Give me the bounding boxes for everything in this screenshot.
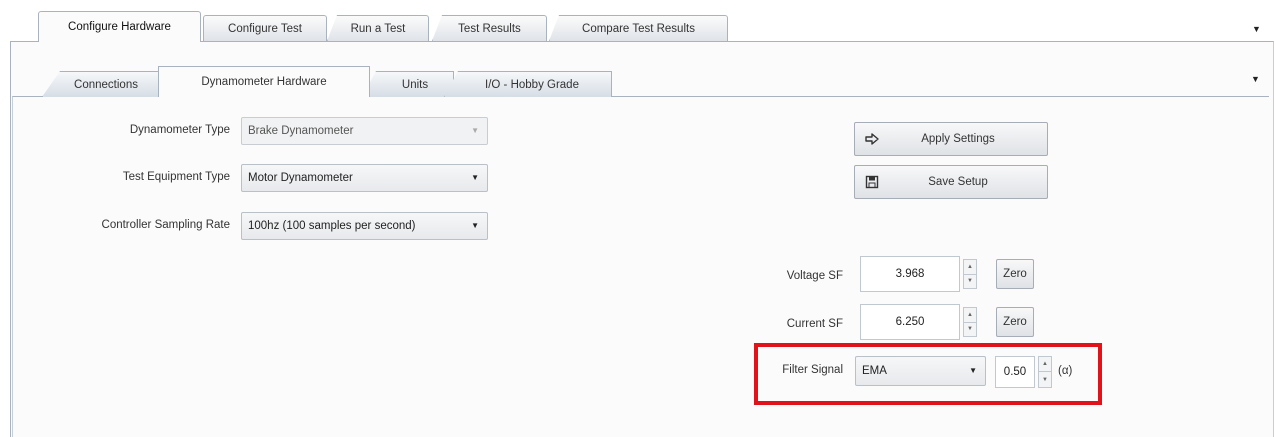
current-sf-value: 6.250: [895, 316, 925, 328]
sampling-rate-select[interactable]: 100hz (100 samples per second) ▼: [241, 212, 488, 240]
tab-compare-test-results[interactable]: Compare Test Results: [549, 15, 728, 41]
current-zero-label: Zero: [1003, 316, 1027, 328]
tab-label: Configure Hardware: [68, 21, 171, 33]
tab-io-hobby-grade[interactable]: I/O - Hobby Grade: [444, 71, 612, 97]
current-sf-stepper[interactable]: ▲ ▼: [963, 307, 977, 337]
voltage-sf-label: Voltage SF: [786, 270, 843, 282]
test-equipment-type-label: Test Equipment Type: [122, 171, 230, 183]
tab-label: Dynamometer Hardware: [201, 76, 327, 88]
voltage-sf-input[interactable]: 3.968: [860, 256, 960, 292]
tab-dynamometer-hardware[interactable]: Dynamometer Hardware: [158, 66, 370, 97]
apply-settings-label: Apply Settings: [921, 133, 995, 145]
chevron-up-icon[interactable]: ▲: [964, 260, 976, 275]
tab-configure-test[interactable]: Configure Test: [203, 15, 327, 41]
inner-tabs-overflow-chevron-down-icon[interactable]: ▼: [1251, 74, 1260, 84]
sampling-rate-label: Controller Sampling Rate: [101, 219, 230, 231]
dynamometer-type-select[interactable]: Brake Dynamometer ▼: [241, 117, 488, 145]
voltage-sf-value: 3.968: [895, 268, 925, 280]
chevron-down-icon: ▼: [471, 173, 479, 182]
tab-label: I/O - Hobby Grade: [485, 78, 579, 91]
tab-label: Run a Test: [350, 22, 406, 35]
save-setup-label: Save Setup: [928, 176, 988, 188]
chevron-up-icon[interactable]: ▲: [964, 308, 976, 323]
tab-connections[interactable]: Connections: [42, 71, 162, 97]
tab-label: Compare Test Results: [582, 22, 695, 35]
filter-signal-highlight-box: [754, 343, 1102, 405]
chevron-down-icon: ▼: [471, 221, 479, 230]
chevron-down-icon[interactable]: ▼: [964, 322, 976, 336]
tab-units[interactable]: Units: [362, 71, 454, 97]
tab-run-a-test[interactable]: Run a Test: [327, 15, 429, 41]
tab-label: Units: [401, 78, 429, 91]
voltage-zero-button[interactable]: Zero: [996, 259, 1034, 289]
test-equipment-type-value: Motor Dynamometer: [248, 172, 353, 184]
tab-label: Test Results: [458, 22, 521, 35]
chevron-down-icon: ▼: [471, 126, 479, 135]
save-setup-button[interactable]: Save Setup: [854, 165, 1048, 199]
tab-label: Configure Test: [228, 22, 302, 35]
current-zero-button[interactable]: Zero: [996, 307, 1034, 337]
current-sf-input[interactable]: 6.250: [860, 304, 960, 340]
chevron-down-icon[interactable]: ▼: [964, 274, 976, 288]
dynamometer-type-label: Dynamometer Type: [129, 124, 230, 136]
test-equipment-type-select[interactable]: Motor Dynamometer ▼: [241, 164, 488, 192]
dynamometer-type-value: Brake Dynamometer: [248, 125, 354, 137]
voltage-zero-label: Zero: [1003, 268, 1027, 280]
apply-settings-button[interactable]: Apply Settings: [854, 122, 1048, 156]
floppy-disk-icon: [865, 175, 879, 189]
arrow-right-icon: [865, 133, 879, 145]
sampling-rate-value: 100hz (100 samples per second): [248, 220, 416, 232]
tabs-overflow-chevron-down-icon[interactable]: ▼: [1252, 24, 1261, 34]
tab-configure-hardware[interactable]: Configure Hardware: [38, 11, 201, 42]
current-sf-label: Current SF: [786, 318, 843, 330]
tab-test-results[interactable]: Test Results: [432, 15, 547, 41]
voltage-sf-stepper[interactable]: ▲ ▼: [963, 259, 977, 289]
tab-label: Connections: [74, 78, 138, 91]
